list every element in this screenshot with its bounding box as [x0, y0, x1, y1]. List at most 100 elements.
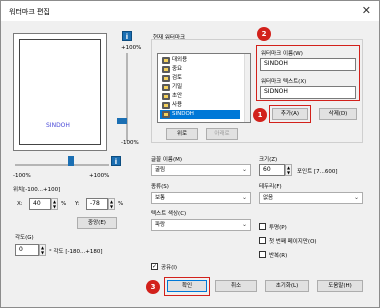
list-item-label: 중요: [172, 66, 183, 72]
stamp-icon: [162, 93, 170, 100]
preview-page: SINDOH: [19, 39, 101, 145]
info-icon[interactable]: i: [122, 31, 132, 41]
info-icon[interactable]: i: [111, 156, 121, 166]
style-value: 보통: [155, 195, 166, 201]
transparent-checkbox[interactable]: [259, 223, 266, 230]
list-item-label: 검토: [172, 75, 183, 81]
ok-button[interactable]: 확인: [167, 280, 207, 292]
vslider-top-label: +100%: [121, 45, 142, 51]
x-input[interactable]: 40: [29, 198, 51, 210]
x-unit: %: [61, 201, 67, 207]
down-arrow-icon[interactable]: ▼: [287, 170, 290, 175]
list-item-selected[interactable]: SINDOH: [160, 110, 240, 119]
name-field-label: 워터마크 이름(W): [261, 51, 303, 57]
transparent-label: 투명(P): [269, 225, 287, 231]
style-label: 종류(S): [151, 184, 169, 190]
position-label: 위치[-100...+100]: [13, 187, 61, 193]
list-item[interactable]: 대외용: [160, 56, 240, 65]
stamp-icon: [162, 75, 170, 82]
angle-input[interactable]: 0: [15, 244, 39, 256]
stamp-icon: [162, 84, 170, 91]
size-label: 크기(Z): [259, 157, 278, 163]
first-page-only-label: 첫 번째 페이지만(O): [269, 239, 317, 245]
angle-label: 각도(G): [15, 235, 34, 241]
x-stepper[interactable]: ▲ ▼: [51, 198, 58, 210]
list-item-label: 기밀: [172, 84, 183, 90]
y-input[interactable]: -78: [86, 198, 108, 210]
list-scrollbar[interactable]: [244, 54, 250, 122]
hslider-left-label: -100%: [13, 173, 31, 179]
move-up-button[interactable]: 위로: [166, 128, 198, 140]
list-item[interactable]: 초안: [160, 92, 240, 101]
step-2-marker: 2: [257, 27, 271, 41]
down-arrow-icon[interactable]: ▼: [110, 204, 113, 209]
first-page-only-checkbox[interactable]: [259, 237, 266, 244]
font-name-label: 글꼴 이름(M): [151, 157, 183, 163]
size-input[interactable]: 60: [259, 164, 285, 176]
angle-range-label: ° 각도 [-180...+180]: [49, 249, 103, 255]
text-color-label: 텍스트 색상(C): [151, 211, 187, 217]
style-select[interactable]: 보통 ⌄: [151, 192, 251, 204]
border-value: 없음: [263, 195, 274, 201]
down-arrow-icon[interactable]: ▼: [53, 204, 56, 209]
down-arrow-icon[interactable]: ▼: [41, 250, 44, 255]
stamp-icon: [162, 57, 170, 64]
list-item[interactable]: 기밀: [160, 83, 240, 92]
vertical-slider-track[interactable]: [126, 53, 128, 141]
y-unit: %: [118, 201, 124, 207]
watermark-text-input[interactable]: SIDNOH: [260, 86, 356, 99]
stamp-icon: [162, 102, 170, 109]
text-color-value: 파랑: [155, 222, 166, 228]
repeat-checkbox[interactable]: [259, 251, 266, 258]
watermark-edit-dialog: 워터마크 편집 ✕ SINDOH i +100% -100% i -100% +…: [0, 0, 380, 308]
list-item-label: 사용: [172, 102, 183, 108]
cancel-button[interactable]: 취소: [215, 280, 257, 292]
list-item-label: 대외용: [172, 57, 188, 63]
help-button[interactable]: 도움말(H): [317, 280, 363, 292]
step-1-marker: 1: [253, 108, 267, 122]
move-down-button[interactable]: 아래로: [206, 128, 238, 140]
text-color-select[interactable]: 파랑 ⌄: [151, 219, 251, 231]
list-item-label: SINDOH: [172, 111, 194, 117]
reset-button[interactable]: 초기화(L): [265, 280, 309, 292]
border-label: 테두리(F): [259, 184, 282, 190]
center-button[interactable]: 중앙(E): [77, 217, 117, 229]
font-name-value: 굴림: [155, 167, 166, 173]
horizontal-slider-track[interactable]: [15, 164, 109, 166]
border-select[interactable]: 없음 ⌄: [259, 192, 363, 204]
shared-checkbox[interactable]: ✓: [151, 263, 158, 270]
list-item[interactable]: 사용: [160, 101, 240, 110]
chevron-down-icon: ⌄: [353, 194, 359, 201]
title-bar: 워터마크 편집 ✕: [1, 1, 379, 21]
y-stepper[interactable]: ▲ ▼: [108, 198, 115, 210]
shared-label: 공유(I): [161, 265, 178, 271]
text-field-label: 워터마크 텍스트(X): [261, 79, 307, 85]
close-icon[interactable]: ✕: [362, 4, 371, 17]
delete-button[interactable]: 삭제(D): [319, 108, 357, 120]
repeat-label: 반복(R): [269, 253, 288, 259]
size-unit-label: 포인트 [7...600]: [297, 169, 338, 175]
font-name-select[interactable]: 굴림 ⌄: [151, 164, 251, 176]
chevron-down-icon: ⌄: [241, 221, 247, 228]
angle-stepper[interactable]: ▲ ▼: [39, 244, 46, 256]
hslider-right-label: +100%: [89, 173, 110, 179]
watermark-name-input[interactable]: SINDOH: [260, 58, 356, 71]
stamp-icon: [162, 111, 170, 118]
dialog-title: 워터마크 편집: [9, 8, 50, 16]
size-stepper[interactable]: ▲ ▼: [285, 164, 292, 176]
chevron-down-icon: ⌄: [241, 166, 247, 173]
y-label: Y:: [75, 201, 80, 207]
watermark-list[interactable]: 대외용 중요 검토 기밀 초안 사용 SINDOH: [157, 53, 251, 123]
chevron-down-icon: ⌄: [241, 194, 247, 201]
vslider-bottom-label: -100%: [121, 140, 139, 146]
vertical-slider-thumb[interactable]: [117, 118, 127, 124]
preview-watermark-text: SINDOH: [46, 122, 70, 129]
list-item[interactable]: 중요: [160, 65, 240, 74]
add-button[interactable]: 추가(A): [272, 108, 308, 120]
list-item-label: 초안: [172, 93, 183, 99]
horizontal-slider-thumb[interactable]: [68, 156, 74, 166]
stamp-icon: [162, 66, 170, 73]
x-label: X:: [17, 201, 23, 207]
step-3-marker: 3: [146, 280, 160, 294]
list-item[interactable]: 검토: [160, 74, 240, 83]
